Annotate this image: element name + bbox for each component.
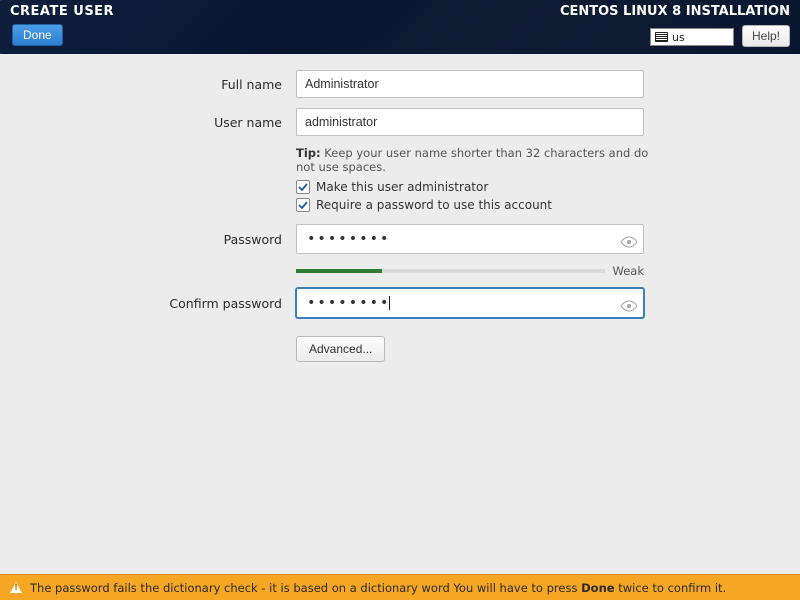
keyboard-layout-label: us (672, 31, 685, 44)
user-name-label: User name (0, 115, 296, 130)
user-name-input[interactable] (296, 108, 644, 136)
full-name-input[interactable] (296, 70, 644, 98)
make-admin-label: Make this user administrator (316, 180, 488, 194)
keyboard-layout-indicator[interactable]: us (650, 28, 734, 46)
create-user-form: Full name User name Tip: Keep your user … (0, 70, 800, 362)
password-label: Password (0, 232, 296, 247)
require-password-label: Require a password to use this account (316, 198, 552, 212)
full-name-label: Full name (0, 77, 296, 92)
tip-text: Keep your user name shorter than 32 char… (296, 146, 648, 174)
tip-prefix: Tip: (296, 146, 321, 160)
warning-text: The password fails the dictionary check … (30, 581, 726, 595)
done-button[interactable]: Done (12, 24, 63, 46)
advanced-button[interactable]: Advanced... (296, 336, 385, 362)
warning-bar: The password fails the dictionary check … (0, 574, 800, 600)
password-strength-label: Weak (613, 264, 644, 278)
username-tip: Tip: Keep your user name shorter than 32… (296, 146, 656, 174)
password-input[interactable] (296, 224, 644, 254)
require-password-checkbox[interactable] (296, 198, 310, 212)
show-password-icon[interactable] (620, 233, 638, 245)
make-admin-checkbox[interactable] (296, 180, 310, 194)
installer-title: CENTOS LINUX 8 INSTALLATION (560, 4, 790, 19)
confirm-password-label: Confirm password (0, 296, 296, 311)
keyboard-icon (655, 32, 668, 42)
password-strength-bar (296, 269, 605, 273)
check-icon (298, 182, 308, 192)
page-title: CREATE USER (10, 4, 114, 19)
confirm-password-input[interactable]: •••••••• (296, 288, 644, 318)
warning-icon (10, 582, 22, 593)
text-cursor (389, 296, 390, 310)
show-confirm-password-icon[interactable] (620, 297, 638, 309)
header-bar: CREATE USER CENTOS LINUX 8 INSTALLATION … (0, 0, 800, 54)
help-button[interactable]: Help! (742, 25, 790, 47)
password-strength-fill (296, 269, 382, 273)
check-icon (298, 200, 308, 210)
confirm-password-value: •••••••• (307, 295, 390, 311)
